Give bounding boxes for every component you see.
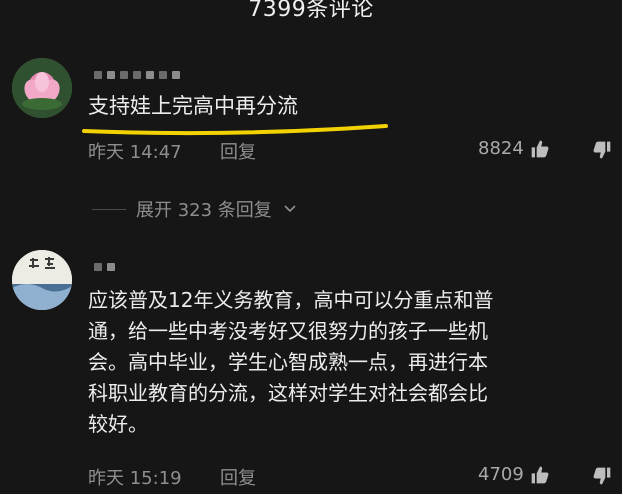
- comment-line: 应该普及12年义务教育，高中可以分重点和普: [88, 288, 494, 312]
- comment-count-title: 7399条评论: [248, 0, 374, 22]
- thumbs-up-icon: [531, 140, 549, 157]
- reply-button[interactable]: 回复: [220, 138, 256, 164]
- expand-replies-label: 展开 323 条回复: [136, 200, 272, 221]
- avatar[interactable]: [12, 58, 72, 118]
- comment-text: 支持娃上完高中再分流: [88, 94, 298, 118]
- lotus-avatar-image: [12, 58, 72, 118]
- comment-line: 通，给一些中考没考好又很努力的孩子一些机: [88, 319, 488, 343]
- thumbs-down-icon[interactable]: [592, 466, 612, 486]
- username-masked: [94, 262, 115, 272]
- comment-line: 科职业教育的分流，这样对学生对社会都会比: [88, 381, 488, 405]
- divider-line: [92, 208, 126, 210]
- comment-text: 应该普及12年义务教育，高中可以分重点和普 通，给一些中考没考好又很努力的孩子一…: [88, 285, 608, 440]
- calligraphy-avatar-image: [12, 250, 72, 310]
- highlight-underline: [82, 124, 388, 136]
- reply-button[interactable]: 回复: [220, 464, 256, 490]
- avatar[interactable]: [12, 250, 72, 310]
- thumbs-down-icon[interactable]: [592, 140, 612, 160]
- comment-timestamp: 昨天 14:47: [88, 142, 182, 163]
- comment-line: 较好。: [88, 412, 148, 436]
- like-button[interactable]: 4709: [478, 464, 550, 485]
- like-count: 8824: [478, 138, 524, 159]
- like-button[interactable]: 8824: [478, 138, 550, 159]
- expand-replies-button[interactable]: 展开 323 条回复: [92, 196, 298, 222]
- thumbs-up-icon: [531, 466, 549, 483]
- username-masked: [94, 70, 180, 80]
- comment-line: 会。高中毕业，学生心智成熟一点，再进行本: [88, 350, 488, 374]
- comment-timestamp: 昨天 15:19: [88, 468, 182, 489]
- chevron-down-icon: [284, 205, 296, 213]
- like-count: 4709: [478, 464, 524, 485]
